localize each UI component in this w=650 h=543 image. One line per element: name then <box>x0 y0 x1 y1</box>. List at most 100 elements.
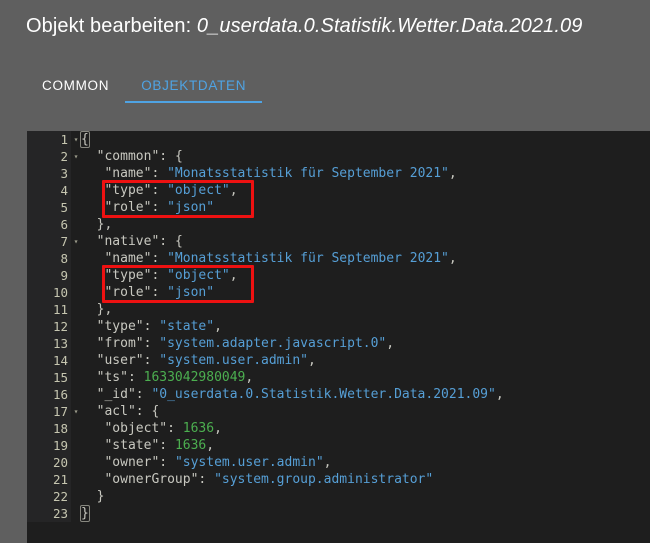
token-num: 1633042980049 <box>143 370 246 385</box>
line-number: 19▾ <box>27 437 71 454</box>
chevron-down-icon[interactable]: ▾ <box>71 148 81 165</box>
line-number: 10▾ <box>27 284 71 301</box>
gutter-spacer <box>71 369 81 386</box>
line-number: 1 ▾ <box>27 131 78 148</box>
code-line[interactable]: 21▾ "ownerGroup": "system.group.administ… <box>27 471 650 488</box>
token-punct: : <box>167 421 183 436</box>
code-line-content: "native": { <box>81 233 650 250</box>
token-key: "acl" <box>96 404 136 419</box>
token-str: "object" <box>167 183 230 198</box>
token-str: "system.adapter.javascript.0" <box>159 336 387 351</box>
token-punct: : <box>151 200 168 215</box>
token-key: "_id" <box>96 387 136 402</box>
token-str: "0_userdata.0.Statistik.Wetter.Data.2021… <box>151 387 496 402</box>
line-number: 12▾ <box>27 318 71 335</box>
gutter-spacer <box>71 318 81 335</box>
token-punct: , <box>245 370 254 385</box>
token-punct: : <box>151 285 168 300</box>
code-line[interactable]: 11▾ }, <box>27 301 650 318</box>
token-punct: , <box>386 336 395 351</box>
code-lines[interactable]: 1▾{2▾ "common": {3▾ "name": "Monatsstati… <box>27 131 650 522</box>
code-line[interactable]: 3▾ "name": "Monatsstatistik für Septembe… <box>27 165 650 182</box>
code-line-content: "owner": "system.user.admin", <box>81 454 650 471</box>
token-punct: , <box>308 353 316 368</box>
gutter-spacer <box>71 165 81 182</box>
gutter-spacer <box>71 284 81 301</box>
chevron-down-icon[interactable]: ▾ <box>71 131 81 148</box>
token-key: "role" <box>104 200 152 215</box>
page-title: Objekt bearbeiten: 0_userdata.0.Statisti… <box>26 15 582 38</box>
chevron-down-icon[interactable]: ▾ <box>71 233 81 250</box>
token-punct: : <box>159 149 175 164</box>
token-key: "type" <box>104 183 152 198</box>
token-punct: : <box>198 472 215 487</box>
token-punct: : <box>159 438 175 453</box>
code-line[interactable]: 12▾ "type": "state", <box>27 318 650 335</box>
token-key: "role" <box>104 285 152 300</box>
line-number: 15▾ <box>27 369 71 386</box>
code-line-content: "user": "system.user.admin", <box>81 352 650 369</box>
code-line[interactable]: 13▾ "from": "system.adapter.javascript.0… <box>27 335 650 352</box>
line-number: 18▾ <box>27 420 71 437</box>
token-punct: , <box>229 268 238 283</box>
token-key: "native" <box>96 234 160 249</box>
code-line[interactable]: 5▾ "role": "json" <box>27 199 650 216</box>
code-line[interactable]: 23▾} <box>27 505 650 522</box>
dialog-tabs: COMMON OBJEKTDATEN <box>26 72 263 111</box>
line-number: 17 ▾ <box>27 403 78 420</box>
code-line[interactable]: 22▾ } <box>27 488 650 505</box>
code-line[interactable]: 4▾ "type": "object", <box>27 182 650 199</box>
code-line[interactable]: 9▾ "type": "object", <box>27 267 650 284</box>
token-key: "common" <box>96 149 160 164</box>
gutter-spacer <box>71 301 81 318</box>
matched-bracket: { <box>80 131 90 148</box>
code-line[interactable]: 16▾ "_id": "0_userdata.0.Statistik.Wette… <box>27 386 650 403</box>
tab-objektdaten[interactable]: OBJEKTDATEN <box>125 72 263 111</box>
token-key: "name" <box>104 251 152 266</box>
tab-common[interactable]: COMMON <box>26 72 125 111</box>
code-line[interactable]: 19▾ "state": 1636, <box>27 437 650 454</box>
code-line[interactable]: 8▾ "name": "Monatsstatistik für Septembe… <box>27 250 650 267</box>
gutter-spacer <box>71 182 81 199</box>
code-line[interactable]: 1 ▾{ <box>27 131 650 148</box>
code-line[interactable]: 14▾ "user": "system.user.admin", <box>27 352 650 369</box>
token-str: "object" <box>167 268 230 283</box>
gutter-spacer <box>71 488 81 505</box>
code-line-content: }, <box>81 216 650 233</box>
line-number: 13▾ <box>27 335 71 352</box>
code-line[interactable]: 2 ▾ "common": { <box>27 148 650 165</box>
token-punct: , <box>104 302 113 317</box>
line-number: 22▾ <box>27 488 71 505</box>
token-punct: , <box>495 387 504 402</box>
code-line[interactable]: 15▾ "ts": 1633042980049, <box>27 369 650 386</box>
token-key: "owner" <box>104 455 160 470</box>
line-number: 21▾ <box>27 471 71 488</box>
code-line-content: }, <box>81 301 650 318</box>
chevron-down-icon[interactable]: ▾ <box>71 403 81 420</box>
code-line[interactable]: 20▾ "owner": "system.user.admin", <box>27 454 650 471</box>
token-str: "system.user.admin" <box>159 353 308 368</box>
code-line[interactable]: 17 ▾ "acl": { <box>27 403 650 420</box>
code-line[interactable]: 6▾ }, <box>27 216 650 233</box>
token-punct: : <box>143 353 160 368</box>
gutter-spacer <box>71 199 81 216</box>
line-number: 5▾ <box>27 199 71 216</box>
token-punct: : <box>151 251 168 266</box>
code-line-content: "type": "object", <box>81 267 650 284</box>
code-line-content: } <box>80 505 650 522</box>
token-punct: : <box>159 455 175 470</box>
token-key: "ownerGroup" <box>104 472 199 487</box>
code-line[interactable]: 18▾ "object": 1636, <box>27 420 650 437</box>
line-number: 14▾ <box>27 352 71 369</box>
code-line[interactable]: 10▾ "role": "json" <box>27 284 650 301</box>
code-line[interactable]: 7 ▾ "native": { <box>27 233 650 250</box>
json-code-editor[interactable]: 1▾{2▾ "common": {3▾ "name": "Monatsstati… <box>27 131 650 543</box>
